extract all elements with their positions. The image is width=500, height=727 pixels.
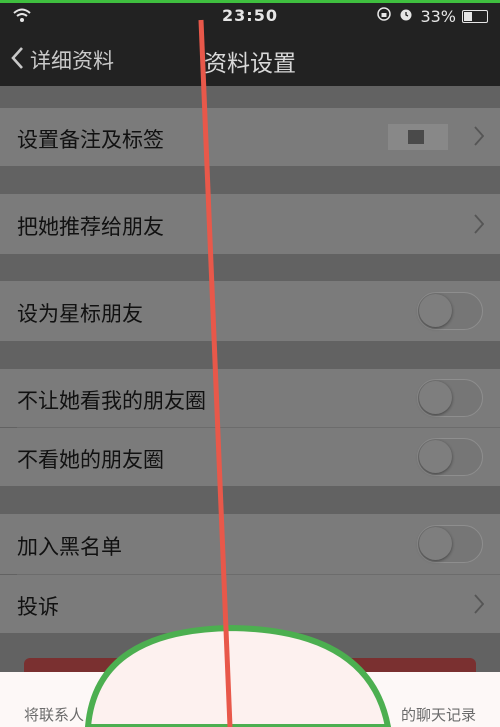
nav-bar: 详细资料 资料设置 — [0, 32, 500, 86]
row-remark-label: 设置备注及标签 — [17, 128, 164, 152]
toggle-knob — [419, 527, 452, 560]
row-complain[interactable]: 投诉 — [0, 575, 500, 633]
star-friend-toggle[interactable] — [417, 292, 483, 330]
row-recommend-label: 把她推荐给朋友 — [17, 215, 164, 239]
action-sheet-text-left: 将联系人 — [24, 706, 85, 724]
toggle-knob — [419, 381, 452, 414]
row-recommend[interactable]: 把她推荐给朋友 — [0, 194, 500, 254]
rotation-lock-icon — [376, 6, 392, 26]
toggle-knob — [419, 440, 452, 473]
tag-preview-thumbnail — [388, 124, 448, 150]
chevron-right-icon — [474, 594, 485, 619]
row-block-moments: 不让她看我的朋友圈 — [0, 369, 500, 427]
page-title: 资料设置 — [204, 51, 296, 77]
row-star-friend: 设为星标朋友 — [0, 281, 500, 341]
row-complain-label: 投诉 — [17, 595, 59, 619]
chevron-right-icon — [474, 126, 485, 151]
row-block-moments-label: 不让她看我的朋友圈 — [17, 389, 206, 413]
toggle-knob — [419, 294, 452, 327]
battery-percent: 33% — [420, 6, 456, 26]
row-star-label: 设为星标朋友 — [17, 302, 143, 326]
alarm-icon — [398, 6, 414, 26]
status-bar: 23:50 33% — [0, 0, 500, 32]
chevron-right-icon — [474, 214, 485, 239]
row-blacklist: 加入黑名单 — [0, 514, 500, 574]
hide-moments-toggle[interactable] — [417, 438, 483, 476]
battery-icon — [462, 9, 488, 23]
status-icons: 33% — [376, 6, 488, 26]
action-sheet-text-right: 的聊天记录 — [400, 706, 476, 724]
blacklist-toggle[interactable] — [417, 525, 483, 563]
row-blacklist-label: 加入黑名单 — [17, 535, 122, 559]
block-moments-toggle[interactable] — [417, 379, 483, 417]
row-hide-moments-label: 不看她的朋友圈 — [17, 448, 164, 472]
row-remark-tags[interactable]: 设置备注及标签 — [0, 108, 500, 166]
row-hide-moments: 不看她的朋友圈 — [0, 428, 500, 486]
